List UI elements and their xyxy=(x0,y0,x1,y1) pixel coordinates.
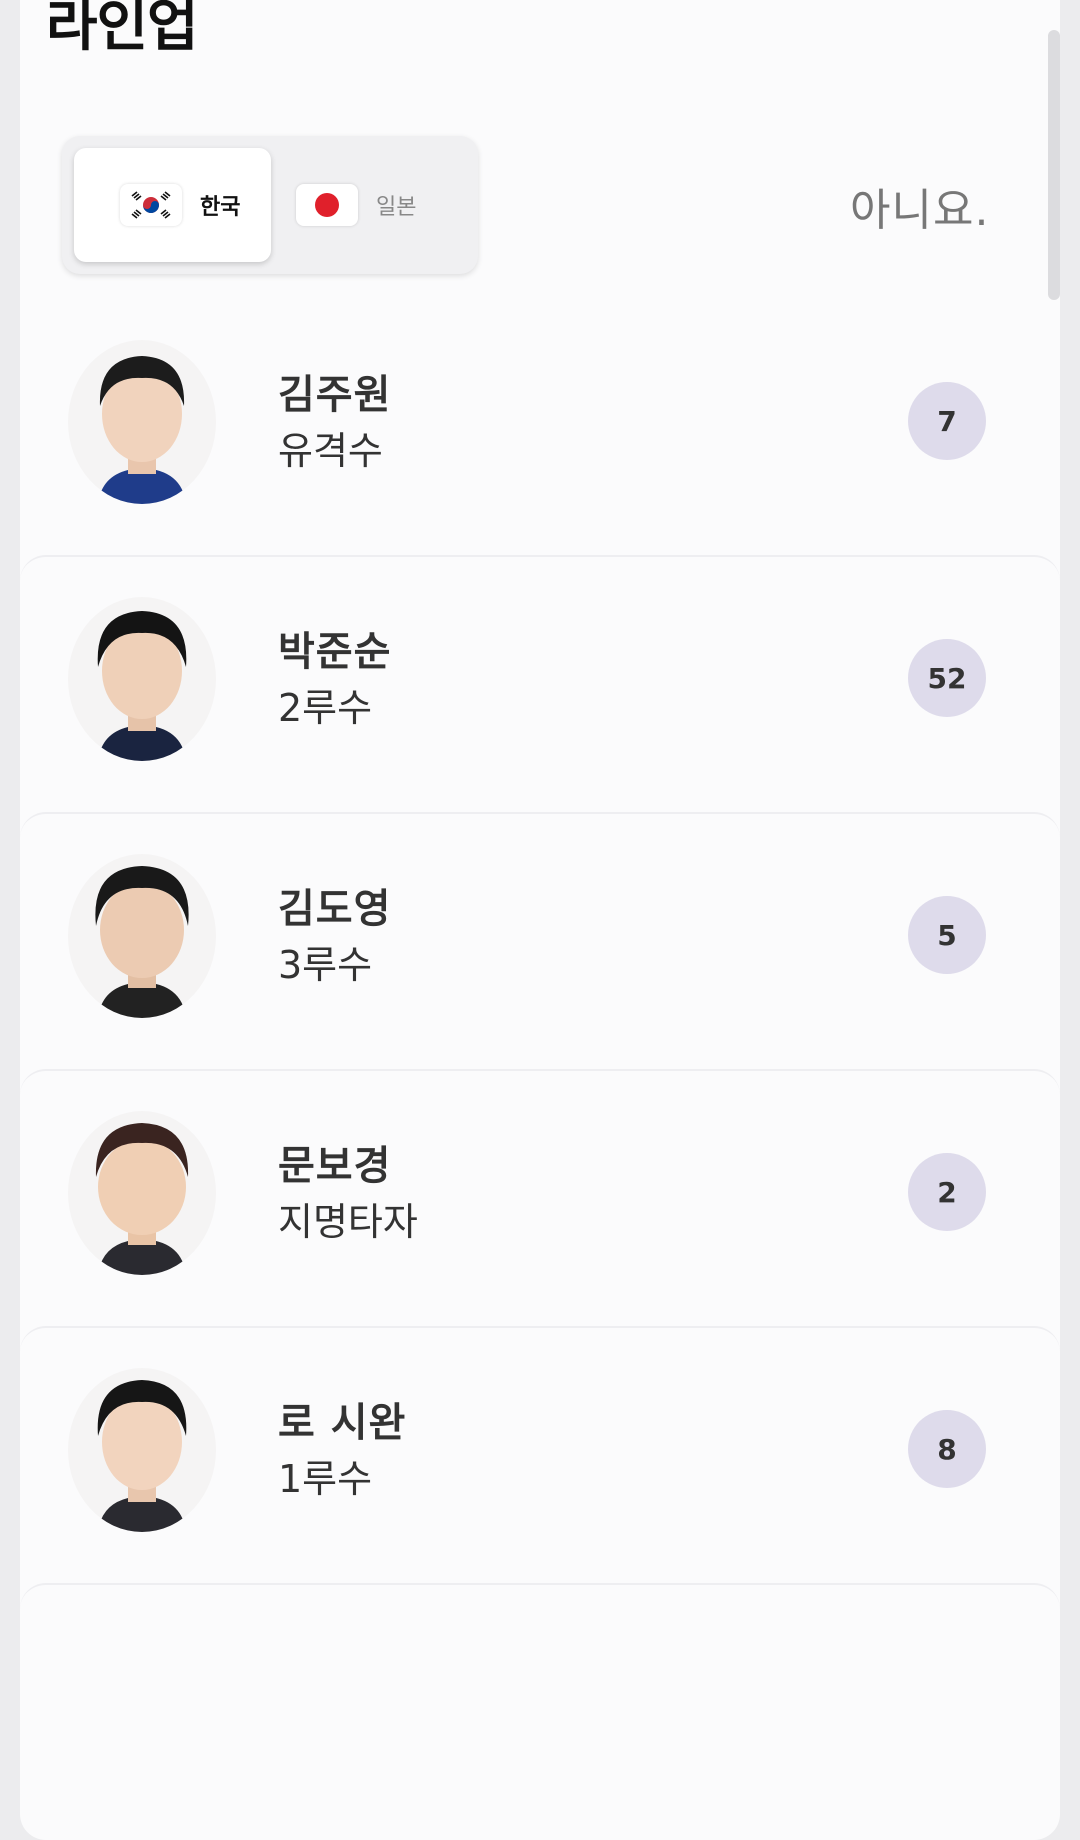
player-row-partial[interactable] xyxy=(20,1583,1060,1840)
player-position: 2루수 xyxy=(278,686,373,730)
player-position: 3루수 xyxy=(278,943,373,987)
tab-label-korea: 한국 xyxy=(200,195,241,220)
scrollbar[interactable] xyxy=(1048,30,1060,300)
player-avatar xyxy=(68,1368,216,1532)
player-avatar xyxy=(68,597,216,761)
lineup-page: 라인업 한국 일본 아니요. 김주원 유격수 7 박준순 2루수 52 김도영 … xyxy=(20,0,1060,1840)
team-tabs: 한국 일본 xyxy=(62,136,478,274)
player-name: 김주원 xyxy=(278,372,392,418)
player-list: 김주원 유격수 7 박준순 2루수 52 김도영 3루수 5 문보경 지명타자 … xyxy=(20,300,1060,1840)
japan-flag-icon xyxy=(296,184,358,226)
player-avatar xyxy=(68,340,216,504)
player-row[interactable]: 문보경 지명타자 2 xyxy=(20,1069,1060,1326)
page-title: 라인업 xyxy=(46,0,199,59)
player-number-badge: 7 xyxy=(908,382,986,460)
player-number-badge: 52 xyxy=(908,639,986,717)
player-position: 1루수 xyxy=(278,1457,373,1501)
player-row[interactable]: 김도영 3루수 5 xyxy=(20,812,1060,1069)
tab-korea[interactable]: 한국 xyxy=(74,148,271,262)
tab-japan[interactable]: 일본 xyxy=(288,148,468,262)
player-name: 로 시완 xyxy=(278,1400,407,1446)
player-number-badge: 8 xyxy=(908,1410,986,1488)
player-number-badge: 2 xyxy=(908,1153,986,1231)
player-avatar xyxy=(68,1111,216,1275)
player-row[interactable]: 로 시완 1루수 8 xyxy=(20,1326,1060,1583)
player-row[interactable]: 김주원 유격수 7 xyxy=(20,300,1060,555)
player-row[interactable]: 박준순 2루수 52 xyxy=(20,555,1060,812)
player-name: 박준순 xyxy=(278,629,392,675)
player-position: 유격수 xyxy=(278,429,383,473)
player-avatar xyxy=(68,854,216,1018)
korea-flag-icon xyxy=(120,184,182,226)
status-text: 아니요. xyxy=(850,185,990,236)
tab-label-japan: 일본 xyxy=(376,195,417,220)
player-name: 김도영 xyxy=(278,886,392,932)
player-number-badge: 5 xyxy=(908,896,986,974)
player-position: 지명타자 xyxy=(278,1200,418,1244)
player-name: 문보경 xyxy=(278,1143,392,1189)
